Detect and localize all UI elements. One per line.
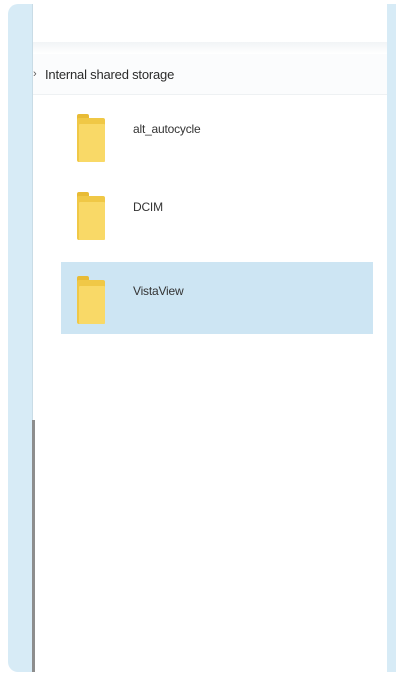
list-item-folder[interactable]: alt_autocycle — [61, 100, 373, 172]
list-item-folder-selected[interactable]: VistaView — [61, 262, 373, 334]
folder-name: VistaView — [133, 284, 184, 298]
folder-name: DCIM — [133, 200, 163, 214]
screen: › Internal shared storage alt_autocycle … — [0, 0, 396, 675]
chevron-right-icon[interactable]: › — [33, 68, 43, 80]
folder-name: alt_autocycle — [133, 122, 201, 136]
scroll-edge — [32, 420, 35, 672]
breadcrumb-item-internal-storage[interactable]: Internal shared storage — [45, 67, 174, 82]
breadcrumb[interactable]: › Internal shared storage — [33, 54, 387, 95]
folder-icon — [77, 192, 105, 240]
folder-icon — [77, 276, 105, 324]
toolbar-area — [33, 42, 387, 54]
window-edge — [386, 4, 396, 672]
list-item-folder[interactable]: DCIM — [61, 178, 373, 250]
folder-icon — [77, 114, 105, 162]
file-explorer-window: › Internal shared storage alt_autocycle … — [32, 4, 387, 672]
